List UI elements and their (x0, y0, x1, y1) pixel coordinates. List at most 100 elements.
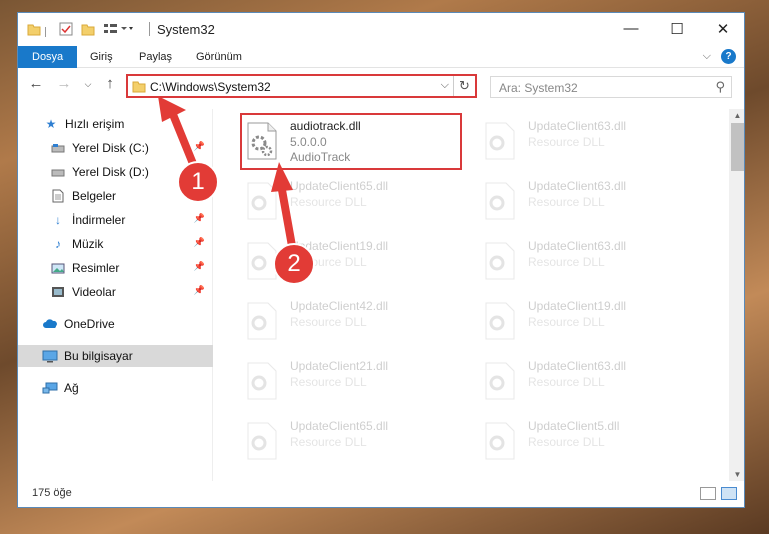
title-separator (149, 22, 150, 36)
large-icons-view-icon[interactable] (721, 487, 737, 500)
scroll-down-icon[interactable]: ▼ (729, 470, 744, 479)
file-description: Resource DLL (528, 255, 605, 269)
file-item[interactable]: UpdateClient21.dll Resource DLL (240, 355, 460, 411)
file-item[interactable]: UpdateClient65.dll Resource DLL (240, 415, 460, 471)
minimize-button[interactable]: — (608, 13, 654, 44)
pin-icon: 📌 (193, 237, 205, 247)
address-bar[interactable]: C:\Windows\System32 ⌵ ↻ (126, 74, 477, 98)
dll-file-icon (484, 181, 516, 221)
new-folder-icon[interactable] (81, 22, 95, 39)
nav-item-downloads[interactable]: ↓ İndirmeler 📌 (18, 209, 213, 231)
file-description: Resource DLL (528, 315, 605, 329)
tab-view[interactable]: Görünüm (188, 46, 250, 68)
file-name: UpdateClient63.dll (528, 239, 627, 253)
file-explorer-window: System32 — ☐ ✕ Dosya Giriş Paylaş Görünü… (17, 12, 745, 508)
network-icon (42, 381, 58, 395)
drive-icon (50, 165, 66, 179)
address-dropdown-icon[interactable]: ⌵ (441, 79, 449, 92)
nav-this-pc-label: Bu bilgisayar (64, 349, 133, 363)
file-description: Resource DLL (290, 375, 367, 389)
file-item-audiotrack[interactable]: audiotrack.dll 5.0.0.0 AudioTrack (240, 115, 460, 171)
nav-onedrive-label: OneDrive (64, 317, 115, 331)
file-name: UpdateClient19.dll (528, 299, 627, 313)
nav-network[interactable]: Ağ (18, 377, 213, 399)
file-item[interactable]: UpdateClient5.dll Resource DLL (478, 415, 698, 471)
file-name: UpdateClient63.dll (528, 119, 627, 133)
divider (45, 27, 46, 37)
refresh-icon[interactable]: ↻ (453, 76, 475, 96)
dll-file-icon (246, 361, 278, 401)
file-name: UpdateClient42.dll (290, 299, 389, 313)
nav-this-pc[interactable]: Bu bilgisayar (18, 345, 213, 367)
close-button[interactable]: ✕ (700, 13, 744, 44)
nav-item-label: Resimler (72, 261, 120, 275)
star-icon: ★ (45, 117, 57, 131)
nav-quick-access-label: Hızlı erişim (65, 117, 125, 131)
nav-network-label: Ağ (64, 381, 79, 395)
drive-icon (50, 141, 66, 155)
nav-item-pictures[interactable]: Resimler 📌 (18, 257, 213, 279)
pictures-icon (50, 261, 66, 275)
dll-file-icon (246, 301, 278, 341)
nav-quick-access[interactable]: ★ Hızlı erişim (18, 113, 213, 135)
file-item[interactable]: UpdateClient65.dll Resource DLL (240, 175, 460, 231)
nav-item-label: Videolar (72, 285, 116, 299)
item-count: 175 öğe (32, 487, 72, 499)
details-view-icon[interactable] (700, 487, 716, 500)
file-item[interactable]: UpdateClient63.dll Resource DLL (478, 175, 698, 231)
title-bar: System32 — ☐ ✕ (18, 13, 744, 46)
search-icon[interactable]: ⚲ (715, 79, 725, 95)
nav-item-music[interactable]: ♪ Müzik 📌 (18, 233, 213, 255)
forward-arrow-icon[interactable]: → (54, 75, 74, 92)
step-badge-2: 2 (273, 243, 315, 285)
file-list: audiotrack.dll 5.0.0.0 AudioTrack Update… (214, 109, 729, 481)
file-item[interactable]: UpdateClient63.dll Resource DLL (478, 235, 698, 291)
step-badge-1: 1 (177, 161, 219, 203)
up-arrow-icon[interactable]: ↑ (100, 75, 120, 92)
music-icon: ♪ (55, 237, 61, 251)
address-path[interactable]: C:\Windows\System32 (150, 80, 271, 94)
maximize-button[interactable]: ☐ (654, 13, 700, 44)
documents-icon (50, 189, 66, 203)
file-description: Resource DLL (290, 195, 367, 209)
back-arrow-icon[interactable]: ← (26, 75, 46, 92)
file-name: UpdateClient65.dll (290, 179, 389, 193)
nav-item-label: Yerel Disk (D:) (72, 165, 149, 179)
expand-ribbon-icon[interactable]: ⌵ (703, 50, 711, 63)
customize-quick-access-icon[interactable] (103, 22, 133, 39)
properties-icon[interactable] (59, 22, 73, 39)
vertical-scrollbar[interactable]: ▲ ▼ (729, 109, 744, 481)
file-item[interactable]: UpdateClient19.dll Resource DLL (478, 295, 698, 351)
nav-onedrive[interactable]: OneDrive (18, 313, 213, 335)
file-item[interactable]: UpdateClient63.dll Resource DLL (478, 355, 698, 411)
dll-file-icon (484, 421, 516, 461)
tab-file[interactable]: Dosya (18, 46, 78, 68)
computer-icon (42, 349, 58, 363)
nav-item-videos[interactable]: Videolar 📌 (18, 281, 213, 303)
help-icon[interactable]: ? (721, 49, 736, 64)
downloads-icon: ↓ (55, 213, 61, 227)
file-item[interactable]: UpdateClient63.dll Resource DLL (478, 115, 698, 171)
nav-item-label: Müzik (72, 237, 104, 251)
dll-file-icon (246, 121, 278, 161)
file-item[interactable]: UpdateClient42.dll Resource DLL (240, 295, 460, 351)
tab-home[interactable]: Giriş (82, 46, 121, 68)
scroll-up-icon[interactable]: ▲ (729, 111, 744, 120)
navigation-bar: ← → ⌵ ↑ C:\Windows\System32 ⌵ ↻ Ara: Sys… (18, 71, 744, 101)
file-name: UpdateClient63.dll (528, 359, 627, 373)
scrollbar-thumb[interactable] (731, 123, 744, 171)
nav-item-label: Belgeler (72, 189, 117, 203)
nav-item-drive-c[interactable]: Yerel Disk (C:) 📌 (18, 137, 213, 159)
recent-locations-icon[interactable]: ⌵ (78, 79, 98, 90)
pin-icon: 📌 (193, 285, 205, 295)
file-name: UpdateClient63.dll (528, 179, 627, 193)
dll-file-icon (484, 301, 516, 341)
ribbon-tabs: Dosya Giriş Paylaş Görünüm ⌵ ? (18, 46, 744, 68)
search-input[interactable]: Ara: System32 ⚲ (490, 76, 732, 98)
tab-share[interactable]: Paylaş (131, 46, 180, 68)
file-description: Resource DLL (528, 435, 605, 449)
status-bar: 175 öğe (18, 483, 744, 507)
dll-file-icon (246, 181, 278, 221)
dll-file-icon (484, 361, 516, 401)
nav-item-label: İndirmeler (72, 213, 126, 227)
